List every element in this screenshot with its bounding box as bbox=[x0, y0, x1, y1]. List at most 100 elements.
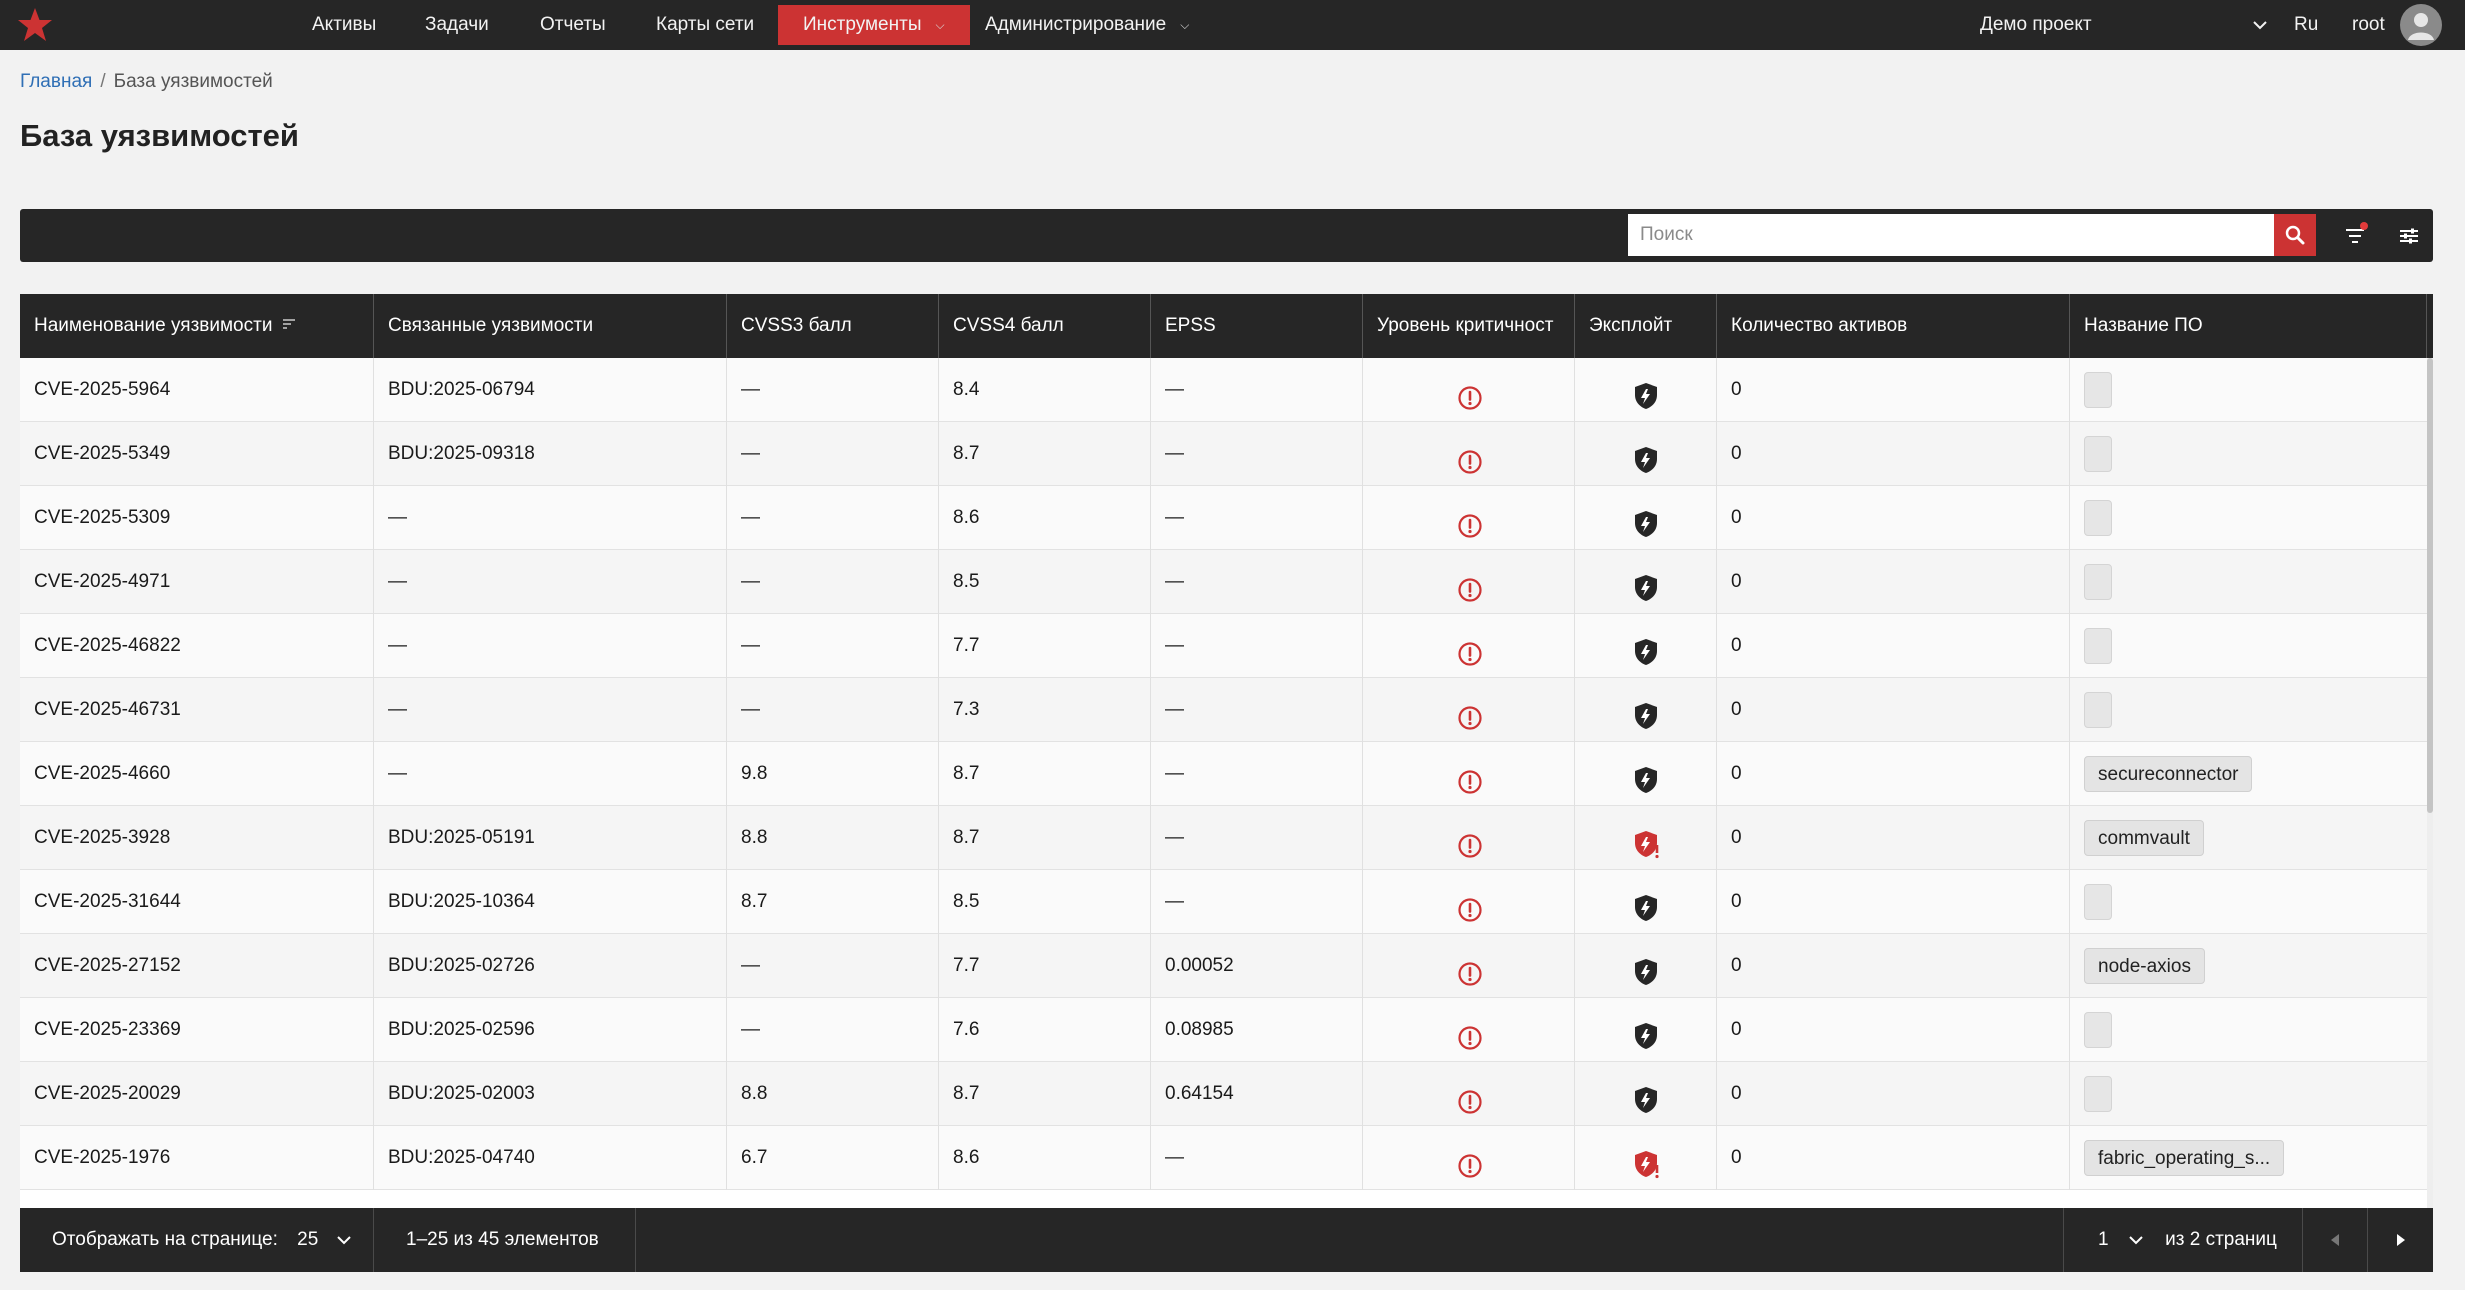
cell-severity bbox=[1363, 486, 1575, 550]
table-row[interactable]: CVE-2025-20029 BDU:2025-02003 8.8 8.7 0.6415… bbox=[20, 1062, 2433, 1126]
cell-assets-count: 0 bbox=[1717, 934, 2070, 998]
cell-cvss3-score: — bbox=[727, 486, 939, 550]
table-row[interactable]: CVE-2025-4971— —8.5—0 bbox=[20, 550, 2433, 614]
cell-cvss4-score: 7.3 bbox=[939, 678, 1151, 742]
table-toolbar bbox=[20, 209, 2433, 262]
table-row[interactable]: CVE-2025-46822— —7.7—0 bbox=[20, 614, 2433, 678]
cell-epss: — bbox=[1151, 550, 1363, 614]
nav-network-maps[interactable]: Карты сети bbox=[656, 0, 754, 50]
cell-vulnerability-name: CVE-2025-5964 bbox=[20, 358, 374, 422]
cell-cvss4-score: 8.5 bbox=[939, 870, 1151, 934]
page-selector[interactable]: 1 из 2 страниц bbox=[2063, 1208, 2303, 1272]
cell-cvss3-score: 8.8 bbox=[727, 1062, 939, 1126]
table-row[interactable]: CVE-2025-5349 BDU:2025-09318—8.7—0 bbox=[20, 422, 2433, 486]
cell-epss: 0.08985 bbox=[1151, 998, 1363, 1062]
cell-cvss4-score: 8.7 bbox=[939, 1062, 1151, 1126]
filter-button[interactable] bbox=[2338, 219, 2372, 253]
search-button[interactable] bbox=[2274, 214, 2316, 256]
empty-software-tag bbox=[2084, 563, 2112, 600]
cell-cvss4-score: 7.6 bbox=[939, 998, 1151, 1062]
shield-icon bbox=[1633, 1014, 1661, 1062]
empty-software-tag bbox=[2084, 1075, 2112, 1112]
column-header-related[interactable]: Связанные уязвимости bbox=[374, 294, 727, 358]
sort-icon[interactable] bbox=[282, 294, 296, 358]
cell-cvss4-score: 8.5 bbox=[939, 550, 1151, 614]
cell-severity bbox=[1363, 870, 1575, 934]
vertical-scrollbar[interactable] bbox=[2427, 358, 2433, 1208]
table-row[interactable]: CVE-2025-31644 BDU:2025-10364 8.7 8.5— 0 bbox=[20, 870, 2433, 934]
cell-epss: — bbox=[1151, 614, 1363, 678]
software-tag[interactable]: node-axios bbox=[2084, 947, 2205, 984]
user-name[interactable]: root bbox=[2352, 0, 2385, 50]
cell-cvss4-score: 7.7 bbox=[939, 614, 1151, 678]
user-avatar-icon[interactable] bbox=[2400, 4, 2442, 46]
critical-alert-icon bbox=[1457, 630, 1483, 678]
column-header-assets-count[interactable]: Количество активов bbox=[1717, 294, 2070, 358]
nav-reports[interactable]: Отчеты bbox=[540, 0, 606, 50]
critical-alert-icon bbox=[1457, 374, 1483, 422]
table-row[interactable]: CVE-2025-1976 BDU:2025-04740 6.7 8.6— 0 fabri… bbox=[20, 1126, 2433, 1190]
next-page-button[interactable] bbox=[2368, 1208, 2433, 1272]
vulnerabilities-table: Наименование уязвимости Связанные уязвим… bbox=[20, 294, 2433, 1208]
search-input[interactable] bbox=[1628, 214, 2274, 256]
table-row[interactable]: CVE-2025-5964 BDU:2025-06794—8.4—0 bbox=[20, 358, 2433, 422]
cell-exploit bbox=[1575, 934, 1717, 998]
project-selector[interactable]: Демо проект bbox=[1980, 0, 2092, 50]
cell-assets-count: 0 bbox=[1717, 422, 2070, 486]
column-header-severity[interactable]: Уровень критичност bbox=[1363, 294, 1575, 358]
cell-software-name bbox=[2070, 486, 2427, 550]
cell-related-vulnerabilities: BDU:2025-10364 bbox=[374, 870, 727, 934]
software-tag[interactable]: secureconnector bbox=[2084, 755, 2253, 792]
shield-icon bbox=[1633, 502, 1661, 550]
chevron-down-icon: ⌵ bbox=[1180, 18, 1190, 32]
cell-epss: — bbox=[1151, 1126, 1363, 1190]
table-row[interactable]: CVE-2025-4660—9.8 8.7—0 secureconnector bbox=[20, 742, 2433, 806]
column-header-epss[interactable]: EPSS bbox=[1151, 294, 1363, 358]
table-row[interactable]: CVE-2025-46731— —7.3—0 bbox=[20, 678, 2433, 742]
per-page-value[interactable]: 25 bbox=[297, 1229, 318, 1250]
cell-software-name bbox=[2070, 550, 2427, 614]
cell-exploit bbox=[1575, 358, 1717, 422]
per-page-control[interactable]: Отображать на странице: 25 bbox=[20, 1208, 374, 1272]
cell-assets-count: 0 bbox=[1717, 1062, 2070, 1126]
current-page[interactable]: 1 bbox=[2098, 1229, 2109, 1250]
nav-assets[interactable]: Активы bbox=[312, 0, 376, 50]
cell-related-vulnerabilities: BDU:2025-06794 bbox=[374, 358, 727, 422]
nav-administration[interactable]: Администрирование ⌵ bbox=[985, 0, 1189, 50]
cell-software-name bbox=[2070, 358, 2427, 422]
cell-vulnerability-name: CVE-2025-4660 bbox=[20, 742, 374, 806]
cell-severity bbox=[1363, 998, 1575, 1062]
breadcrumb-home-link[interactable]: Главная bbox=[20, 71, 92, 92]
nav-tools[interactable]: Инструменты ⌵ bbox=[778, 5, 970, 45]
column-header-cvss4[interactable]: CVSS4 балл bbox=[939, 294, 1151, 358]
cell-epss: — bbox=[1151, 358, 1363, 422]
cell-assets-count: 0 bbox=[1717, 870, 2070, 934]
critical-alert-icon bbox=[1457, 438, 1483, 486]
nav-tasks[interactable]: Задачи bbox=[425, 0, 489, 50]
critical-alert-icon bbox=[1457, 1078, 1483, 1126]
language-switch[interactable]: Ru bbox=[2294, 0, 2318, 50]
chevron-down-icon bbox=[2129, 1236, 2143, 1245]
table-row[interactable]: CVE-2025-5309— —8.6—0 bbox=[20, 486, 2433, 550]
pagination-bar: Отображать на странице: 25 1–25 из 45 эл… bbox=[20, 1208, 2433, 1272]
project-chevron-down-icon[interactable] bbox=[2252, 0, 2268, 50]
column-header-exploit[interactable]: Эксплойт bbox=[1575, 294, 1717, 358]
software-tag[interactable]: commvault bbox=[2084, 819, 2204, 856]
column-header-software[interactable]: Название ПО bbox=[2070, 294, 2427, 358]
cell-exploit bbox=[1575, 1126, 1717, 1190]
table-row[interactable]: CVE-2025-23369 BDU:2025-02596—7.6 0.08985 0 bbox=[20, 998, 2433, 1062]
shield-icon bbox=[1633, 886, 1661, 934]
cell-software-name bbox=[2070, 614, 2427, 678]
cell-related-vulnerabilities: BDU:2025-02003 bbox=[374, 1062, 727, 1126]
column-header-cvss3[interactable]: CVSS3 балл bbox=[727, 294, 939, 358]
star-logo-icon[interactable] bbox=[16, 6, 54, 44]
column-header-name[interactable]: Наименование уязвимости bbox=[20, 294, 374, 358]
filter-active-indicator bbox=[2360, 222, 2368, 230]
table-row[interactable]: CVE-2025-3928 BDU:2025-05191 8.8 8.7— 0 commv… bbox=[20, 806, 2433, 870]
software-tag[interactable]: fabric_operating_s... bbox=[2084, 1139, 2285, 1176]
scrollbar-thumb[interactable] bbox=[2427, 358, 2433, 813]
previous-page-button[interactable] bbox=[2303, 1208, 2368, 1272]
table-row[interactable]: CVE-2025-27152 BDU:2025-02726—7.7 0.00052 0… bbox=[20, 934, 2433, 998]
column-settings-button[interactable] bbox=[2392, 219, 2426, 253]
total-pages: из 2 страниц bbox=[2165, 1229, 2277, 1250]
